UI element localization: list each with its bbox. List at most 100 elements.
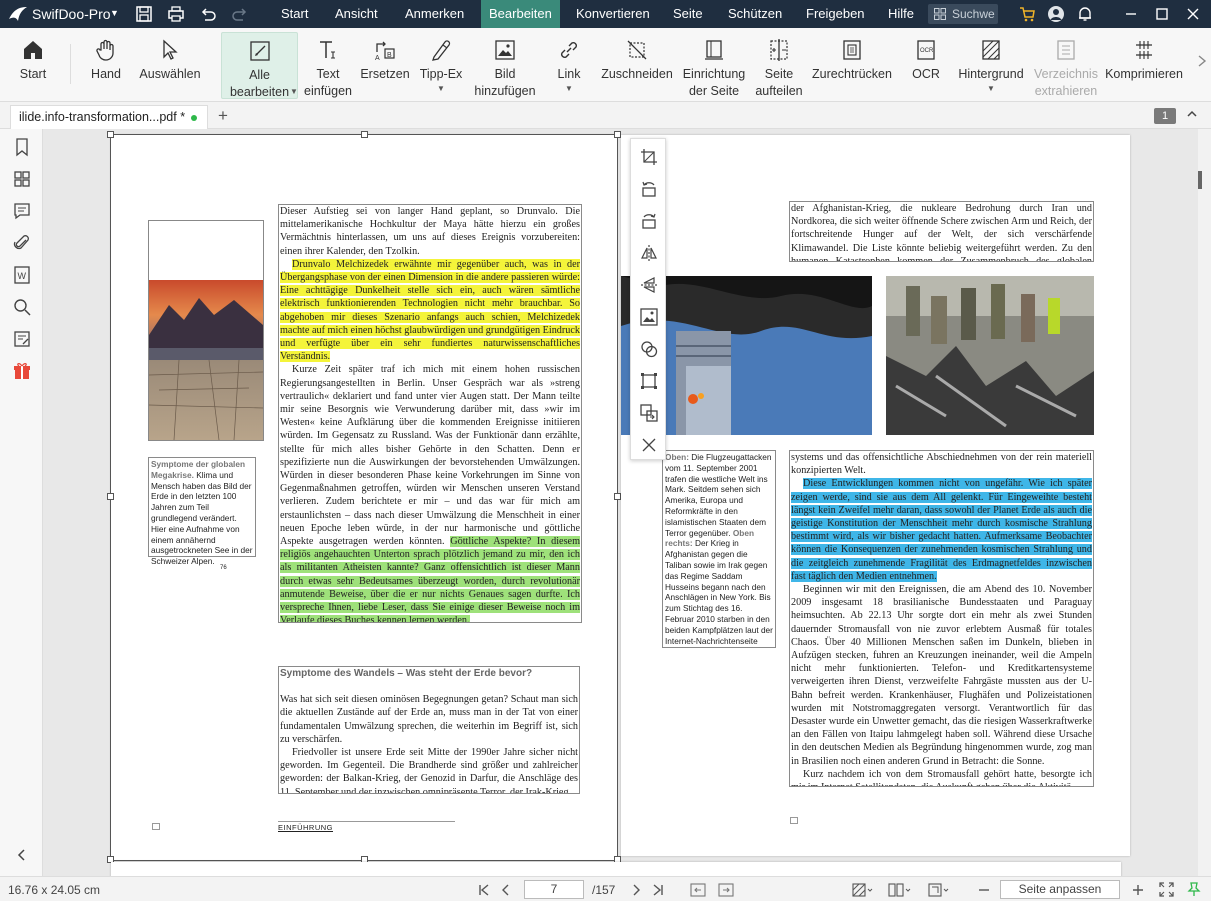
pin-icon[interactable] — [1187, 882, 1201, 897]
app-name[interactable]: SwifDoo-Pro — [32, 6, 111, 22]
cart-icon[interactable] — [1018, 5, 1036, 23]
menu-start[interactable]: Start — [273, 0, 316, 28]
select-tool-button[interactable]: Auswählen — [137, 32, 203, 98]
menu-ansicht[interactable]: Ansicht — [327, 0, 386, 28]
replace-label: Ersetzen — [360, 67, 410, 81]
app-menu-chevron-icon[interactable]: ▼ — [110, 8, 119, 18]
overlap-shapes-icon[interactable] — [639, 339, 659, 359]
menu-bearbeiten[interactable]: Bearbeiten — [481, 0, 560, 28]
resize-handle-tl[interactable] — [107, 131, 114, 138]
comment-icon[interactable] — [12, 201, 32, 221]
menu-schuetzen[interactable]: Schützen — [720, 0, 790, 28]
ocr-label: OCR — [912, 67, 940, 81]
pdf-page-right[interactable]: der Afghanistan-Krieg, die nukleare Bedr… — [621, 135, 1130, 856]
next-page-icon[interactable] — [630, 884, 642, 896]
word-document-icon[interactable]: W — [12, 265, 32, 285]
previous-page-icon[interactable] — [500, 884, 512, 896]
collapse-chevron-up-icon[interactable] — [1186, 108, 1198, 120]
fullscreen-icon[interactable] — [1159, 882, 1174, 897]
page-layout-icon[interactable] — [888, 882, 912, 898]
collapse-sidebar-chevron-icon[interactable] — [12, 845, 32, 865]
close-window-icon[interactable] — [1184, 5, 1202, 23]
edit-all-label: Alle bearbeiten — [229, 68, 290, 99]
zoom-mode-select[interactable]: Seite anpassen — [1000, 880, 1120, 899]
replace-icon: BA — [375, 41, 395, 62]
document-tab[interactable]: ilide.info-transformation...pdf * — [10, 105, 208, 129]
document-viewport[interactable]: Symptome der globalen Megakrise. Klima u… — [43, 129, 1198, 876]
scrollbar-thumb[interactable] — [1198, 171, 1202, 189]
attachment-icon[interactable] — [12, 233, 32, 253]
start-button[interactable]: Start — [10, 32, 56, 98]
crop-button[interactable]: Zuschneiden — [600, 32, 674, 98]
resize-handle-r[interactable] — [614, 493, 621, 500]
menu-freigeben[interactable]: Freigeben — [798, 0, 873, 28]
hand-label: Hand — [91, 67, 121, 81]
undo-icon[interactable] — [199, 5, 217, 23]
vertical-scrollbar[interactable] — [1198, 129, 1211, 876]
form-fields-icon[interactable] — [12, 329, 32, 349]
print-icon[interactable] — [167, 5, 185, 23]
menu-anmerken[interactable]: Anmerken — [397, 0, 472, 28]
resize-handle-tr[interactable] — [614, 131, 621, 138]
zoom-out-icon[interactable] — [978, 884, 990, 896]
rotate-right-icon[interactable] — [639, 211, 659, 231]
user-avatar-icon[interactable] — [1047, 5, 1065, 23]
thumbnails-icon[interactable] — [12, 169, 32, 189]
zoom-in-icon[interactable] — [1132, 884, 1144, 896]
whiteout-label: Tipp-Ex — [419, 67, 463, 81]
extract-image-icon[interactable] — [639, 403, 659, 423]
save-icon[interactable] — [135, 5, 153, 23]
afghanistan-war-photo[interactable] — [886, 276, 1094, 435]
go-forward-view-icon[interactable] — [718, 882, 734, 898]
menu-konvertieren[interactable]: Konvertieren — [568, 0, 658, 28]
bookmark-icon[interactable] — [12, 137, 32, 157]
replace-image-icon[interactable] — [639, 307, 659, 327]
fit-frame-icon[interactable] — [639, 371, 659, 391]
fit-page-icon[interactable] — [928, 882, 952, 898]
edit-all-button[interactable]: Alle bearbeiten ▼ — [221, 32, 298, 99]
notification-bell-icon[interactable] — [1076, 5, 1094, 23]
add-image-button[interactable]: Bild hinzufügen — [473, 32, 537, 98]
current-page-input[interactable]: 7 — [524, 880, 584, 899]
right-caption-box[interactable]: Oben: Die Flugzeugattacken vom 11. Septe… — [662, 450, 776, 648]
go-back-view-icon[interactable] — [690, 882, 706, 898]
insert-text-button[interactable]: Text einfügen — [303, 32, 353, 98]
deskew-button[interactable]: Zurechtrücken — [812, 32, 892, 98]
replace-button[interactable]: BA Ersetzen — [360, 32, 410, 98]
search-document-icon[interactable] — [12, 297, 32, 317]
first-page-icon[interactable] — [478, 884, 490, 896]
flip-horizontal-icon[interactable] — [639, 243, 659, 263]
right-top-text-box[interactable]: der Afghanistan-Krieg, die nukleare Bedr… — [789, 201, 1094, 262]
right-body-text-box[interactable]: systems und das offensichtliche Abschied… — [789, 450, 1094, 787]
crop-page-icon[interactable] — [639, 147, 659, 167]
right-paragraph-1: systems und das offensichtliche Abschied… — [791, 452, 1092, 477]
minimize-icon[interactable] — [1122, 5, 1140, 23]
resize-handle-t[interactable] — [361, 131, 368, 138]
page-edit-floating-toolbar — [630, 138, 666, 460]
menu-hilfe[interactable]: Hilfe — [880, 0, 922, 28]
menu-seite[interactable]: Seite — [665, 0, 711, 28]
rotate-left-icon[interactable] — [639, 179, 659, 199]
new-tab-button[interactable]: + — [218, 106, 228, 126]
edit-all-chevron-icon: ▼ — [290, 87, 298, 96]
whiteout-button[interactable]: Tipp-Ex ▼ — [418, 32, 464, 98]
hand-tool-button[interactable]: Hand — [84, 32, 128, 98]
search-placeholder: Suchwe — [952, 7, 995, 21]
close-toolbar-icon[interactable] — [639, 435, 659, 455]
search-input[interactable]: Suchwe — [928, 4, 998, 24]
gift-icon[interactable] — [12, 361, 32, 381]
flip-vertical-icon[interactable] — [639, 275, 659, 295]
ocr-button[interactable]: OCR OCR — [906, 32, 946, 98]
page-setup-button[interactable]: Einrichtung der Seite — [680, 32, 748, 98]
background-mode-icon[interactable] — [852, 882, 874, 898]
resize-handle-l[interactable] — [107, 493, 114, 500]
compress-label: Komprimieren — [1105, 67, 1183, 81]
toolbar-scroll-right-icon[interactable] — [1197, 54, 1207, 68]
maximize-icon[interactable] — [1153, 5, 1171, 23]
split-page-button[interactable]: Seite aufteilen — [752, 32, 806, 98]
last-page-icon[interactable] — [652, 884, 664, 896]
background-button[interactable]: Hintergrund ▼ — [955, 32, 1027, 98]
pdf-page-left[interactable]: Symptome der globalen Megakrise. Klima u… — [107, 131, 621, 863]
link-button[interactable]: Link ▼ — [549, 32, 589, 98]
compress-button[interactable]: Komprimieren — [1104, 32, 1184, 98]
